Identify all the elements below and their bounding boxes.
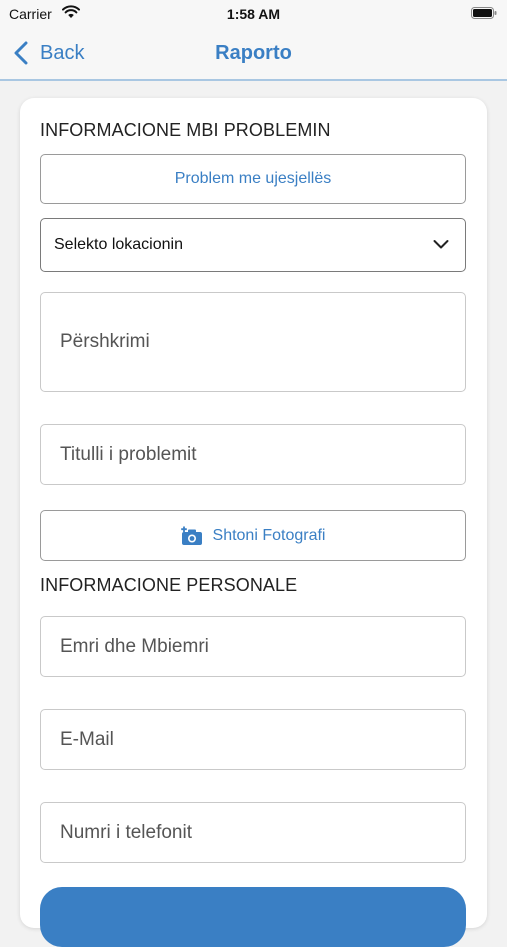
phone-field[interactable]: [41, 803, 465, 862]
description-field[interactable]: [41, 293, 465, 391]
status-bar: Carrier 1:58 AM: [0, 0, 507, 28]
battery-icon: [471, 7, 497, 19]
report-form-card: INFORMACIONE MBI PROBLEMIN Problem me uj…: [20, 98, 487, 947]
add-photo-button[interactable]: Shtoni Fotografi: [40, 510, 466, 561]
problem-type-button[interactable]: Problem me ujesjellës: [40, 154, 466, 204]
problem-title-field-container: [40, 424, 466, 485]
location-select-value: Selekto lokacionin: [54, 236, 183, 253]
phone-field-container: [40, 802, 466, 863]
email-field-container: [40, 709, 466, 770]
navigation-bar: Back Raporto: [0, 28, 507, 81]
problem-type-label: Problem me ujesjellës: [174, 170, 332, 187]
full-name-field-container: [40, 616, 466, 677]
camera-plus-icon: [180, 526, 202, 545]
page-title: Raporto: [215, 42, 292, 64]
personal-section-title: INFORMACIONE PERSONALE: [40, 575, 298, 595]
add-photo-label: Shtoni Fotografi: [212, 526, 326, 544]
chevron-down-icon: [433, 240, 449, 249]
status-time: 1:58 AM: [226, 6, 281, 22]
submit-button[interactable]: [40, 887, 466, 947]
problem-title-field[interactable]: [41, 425, 465, 484]
location-select[interactable]: Selekto lokacionin: [40, 218, 466, 272]
problem-section-title: INFORMACIONE MBI PROBLEMIN: [40, 120, 331, 140]
description-field-container: [40, 292, 466, 392]
email-field[interactable]: [41, 710, 465, 769]
full-name-field[interactable]: [41, 617, 465, 676]
